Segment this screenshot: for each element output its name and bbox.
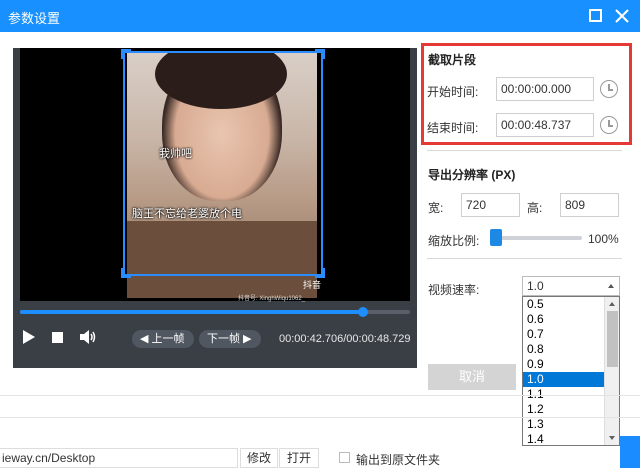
- scroll-down-icon[interactable]: [609, 436, 615, 440]
- start-time-label: 开始时间:: [427, 85, 479, 99]
- output-path-field[interactable]: ieway.cn/Desktop: [0, 448, 238, 468]
- crop-handle-bottom-right[interactable]: [315, 268, 325, 278]
- seek-progress: [20, 310, 363, 314]
- chevron-up-icon: [608, 284, 614, 288]
- width-field[interactable]: 720: [461, 193, 520, 217]
- speed-option[interactable]: 1.0: [523, 372, 605, 387]
- crop-handle-top-right[interactable]: [315, 49, 325, 59]
- speed-label: 视频速率:: [428, 283, 480, 297]
- video-player: 我帅吧 脑王不忘给老婆放个电 抖音 抖音号: XinghWiqu1062_ ◀ …: [13, 48, 417, 368]
- confirm-button[interactable]: [620, 436, 640, 468]
- scale-slider[interactable]: [490, 236, 582, 240]
- maximize-icon: [589, 9, 602, 22]
- scrollbar-thumb[interactable]: [607, 311, 618, 367]
- scroll-up-icon[interactable]: [609, 302, 615, 306]
- video-viewport[interactable]: 我帅吧 脑王不忘给老婆放个电 抖音 抖音号: XinghWiqu1062_: [20, 48, 410, 302]
- title-bar: 参数设置: [0, 0, 640, 32]
- window-title: 参数设置: [8, 11, 61, 26]
- seek-bar[interactable]: [20, 307, 410, 317]
- height-field[interactable]: 809: [560, 193, 619, 217]
- speed-select[interactable]: 1.0: [522, 276, 620, 296]
- crop-handle-top-left[interactable]: [121, 49, 131, 59]
- speed-option[interactable]: 1.2: [523, 402, 605, 417]
- dropdown-scrollbar[interactable]: [604, 297, 619, 445]
- clip-section-title: 截取片段: [428, 53, 477, 67]
- height-label: 高:: [527, 201, 543, 215]
- stop-icon[interactable]: [52, 332, 63, 343]
- close-button[interactable]: [612, 6, 632, 26]
- speed-option[interactable]: 0.5: [523, 297, 605, 312]
- scale-slider-handle[interactable]: [490, 229, 502, 246]
- clock-icon[interactable]: [600, 116, 618, 134]
- speed-option[interactable]: 0.7: [523, 327, 605, 342]
- video-subtitle: 脑王不忘给老婆放个电: [132, 208, 242, 220]
- open-folder-button[interactable]: 打开: [279, 448, 319, 468]
- time-display: 00:00:42.706/00:00:48.729: [279, 333, 411, 345]
- speed-option[interactable]: 1.4: [523, 432, 605, 445]
- clock-icon[interactable]: [600, 80, 618, 98]
- watermark-logo: 抖音: [303, 280, 322, 290]
- speed-option[interactable]: 0.9: [523, 357, 605, 372]
- close-icon: [615, 9, 629, 23]
- speed-option[interactable]: 0.6: [523, 312, 605, 327]
- seek-handle[interactable]: [357, 307, 368, 317]
- divider: [0, 417, 640, 418]
- watermark-id: 抖音号: XinghWiqu1062_: [238, 296, 306, 302]
- speed-option[interactable]: 1.3: [523, 417, 605, 432]
- play-icon[interactable]: [23, 330, 35, 344]
- output-to-source-label: 输出到原文件夹: [356, 453, 441, 467]
- volume-icon[interactable]: [79, 329, 97, 348]
- scale-value: 100%: [588, 232, 619, 246]
- scale-label: 缩放比例:: [428, 234, 480, 248]
- video-subtitle: 我帅吧: [159, 148, 192, 160]
- width-label: 宽:: [428, 201, 444, 215]
- speed-option[interactable]: 0.8: [523, 342, 605, 357]
- next-frame-button[interactable]: 下一帧 ▶: [199, 330, 261, 348]
- maximize-button[interactable]: [586, 6, 606, 26]
- crop-selection[interactable]: [121, 49, 325, 278]
- edit-path-button[interactable]: 修改: [240, 448, 278, 468]
- divider: [427, 258, 622, 259]
- divider: [427, 150, 622, 151]
- end-time-label: 结束时间:: [427, 121, 479, 135]
- crop-handle-bottom-left[interactable]: [121, 268, 131, 278]
- resolution-section-title: 导出分辨率 (PX): [428, 168, 516, 182]
- divider: [0, 395, 640, 396]
- prev-frame-button[interactable]: ◀ 上一帧: [132, 330, 194, 348]
- end-time-field[interactable]: 00:00:48.737: [496, 113, 594, 137]
- speed-selected-value: 1.0: [527, 279, 544, 293]
- cancel-button[interactable]: 取消: [428, 364, 516, 390]
- speed-dropdown[interactable]: 0.5 0.6 0.7 0.8 0.9 1.0 1.1 1.2 1.3 1.4: [522, 296, 620, 446]
- start-time-field[interactable]: 00:00:00.000: [496, 77, 594, 101]
- output-to-source-checkbox[interactable]: [339, 452, 350, 463]
